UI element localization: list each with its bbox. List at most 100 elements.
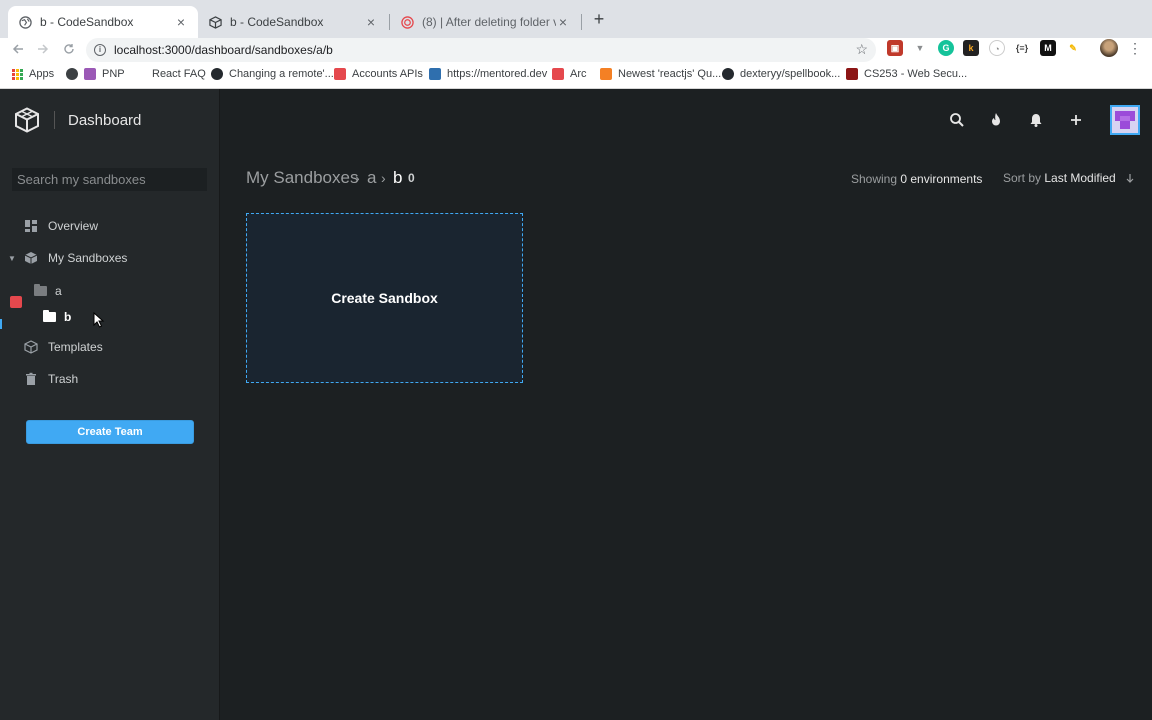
bookmark-accounts-apis[interactable]: Accounts APIs bbox=[334, 68, 423, 80]
stackoverflow-icon bbox=[600, 68, 612, 80]
folder-item-a[interactable]: a bbox=[34, 284, 62, 298]
url-text: localhost:3000/dashboard/sandboxes/a/b bbox=[114, 43, 333, 57]
showing-count: Showing 0 environments bbox=[851, 172, 982, 186]
browser-tab-3[interactable]: (8) | After deleting folder view is × bbox=[390, 6, 580, 38]
codesandbox-logo-icon[interactable] bbox=[14, 107, 40, 133]
bookmark-label: PNP bbox=[102, 68, 125, 80]
flame-icon[interactable] bbox=[988, 112, 1004, 128]
bookmark-stackoverflow[interactable]: Newest 'reactjs' Qu... bbox=[600, 68, 721, 80]
bookmark-react-faq[interactable]: React FAQ bbox=[152, 68, 206, 80]
bookmark-apps[interactable]: Apps bbox=[12, 68, 54, 80]
chrome-profile-avatar[interactable] bbox=[1100, 39, 1118, 57]
bookmark-pnp[interactable]: PNP bbox=[66, 68, 125, 80]
browser-tab-2[interactable]: b - CodeSandbox × bbox=[198, 6, 388, 38]
breadcrumb-folder-a[interactable]: a bbox=[367, 168, 376, 188]
showing-value: 0 environments bbox=[900, 172, 983, 186]
bookmark-label: Apps bbox=[29, 68, 55, 80]
extension-k-icon[interactable]: k bbox=[963, 40, 979, 56]
bookmark-label: Arc bbox=[570, 68, 587, 80]
bookmark-red-icon bbox=[552, 68, 564, 80]
address-bar[interactable]: i localhost:3000/dashboard/sandboxes/a/b… bbox=[86, 38, 876, 62]
browser-tab-strip: b - CodeSandbox × b - CodeSandbox × (8) … bbox=[0, 0, 1152, 38]
bookmarks-bar: Apps PNP React FAQ Changing a remote'...… bbox=[0, 62, 1152, 89]
close-tab-icon[interactable]: × bbox=[174, 14, 188, 30]
sidebar-item-label: Trash bbox=[48, 372, 79, 386]
github-icon bbox=[211, 68, 223, 80]
bell-icon[interactable] bbox=[1028, 112, 1044, 128]
chevron-down-icon[interactable]: ▼ bbox=[8, 254, 16, 263]
bookmark-star-icon[interactable]: ☆ bbox=[855, 41, 868, 58]
bookmark-red-icon bbox=[334, 68, 346, 80]
arrow-down-icon bbox=[1126, 174, 1134, 183]
cube-icon bbox=[24, 252, 38, 264]
sort-value: Last Modified bbox=[1044, 171, 1116, 185]
create-sandbox-label: Create Sandbox bbox=[331, 290, 438, 306]
bookmark-mentored[interactable]: https://mentored.dev bbox=[429, 68, 547, 80]
sidebar-item-label: Overview bbox=[48, 219, 99, 233]
red-marker bbox=[10, 296, 22, 308]
extension-pencil-icon[interactable]: ✎ bbox=[1065, 40, 1081, 56]
globe-icon bbox=[18, 15, 32, 29]
extension-json-icon[interactable]: {≡} bbox=[1014, 40, 1030, 56]
tab-title: b - CodeSandbox bbox=[40, 15, 134, 29]
dashboard-app: Dashboard Overview ▼ My Sandboxes a b bbox=[0, 89, 1152, 720]
sidebar-item-templates[interactable]: Templates bbox=[0, 334, 220, 360]
create-team-button[interactable]: Create Team bbox=[26, 420, 194, 444]
sidebar-item-label: My Sandboxes bbox=[48, 251, 128, 265]
pnp-icon bbox=[84, 68, 96, 80]
sidebar-item-overview[interactable]: Overview bbox=[0, 213, 220, 239]
bookmark-label: Accounts APIs bbox=[352, 68, 423, 80]
extension-vue-icon[interactable]: ▼ bbox=[912, 40, 928, 56]
breadcrumb-folder-b: b bbox=[393, 168, 403, 187]
bookmark-label: https://mentored.dev bbox=[447, 68, 548, 80]
chrome-menu-icon[interactable]: ⋮ bbox=[1128, 40, 1142, 56]
identicon-icon bbox=[1115, 111, 1135, 129]
search-input[interactable] bbox=[12, 168, 207, 191]
bookmark-arc[interactable]: Arc bbox=[552, 68, 587, 80]
search-icon[interactable] bbox=[949, 112, 965, 128]
spectrum-icon bbox=[400, 15, 414, 29]
browser-tab-1[interactable]: b - CodeSandbox × bbox=[8, 6, 198, 38]
sort-dropdown[interactable]: Sort by Last Modified bbox=[1003, 171, 1135, 185]
extension-clock-icon[interactable]: ◔ bbox=[989, 40, 1005, 56]
sort-prefix: Sort by bbox=[1003, 171, 1042, 185]
bookmark-changing-remote[interactable]: Changing a remote'... bbox=[211, 68, 334, 80]
back-arrow-icon[interactable] bbox=[8, 40, 28, 60]
close-tab-icon[interactable]: × bbox=[364, 14, 378, 30]
cube-outline-icon bbox=[24, 340, 38, 354]
bookmark-label: CS253 - Web Secu... bbox=[864, 68, 968, 80]
close-tab-icon[interactable]: × bbox=[556, 14, 570, 30]
showing-prefix: Showing bbox=[851, 172, 898, 186]
tab-divider bbox=[581, 14, 582, 30]
extension-red-icon[interactable]: ▣ bbox=[887, 40, 903, 56]
medium-icon[interactable]: M bbox=[1040, 40, 1056, 56]
folder-label: a bbox=[55, 284, 62, 298]
breadcrumb-separator: › bbox=[381, 170, 386, 186]
site-info-icon[interactable]: i bbox=[94, 44, 106, 56]
bookmark-cs253[interactable]: CS253 - Web Secu... bbox=[846, 68, 967, 80]
new-tab-button[interactable]: + bbox=[590, 10, 608, 28]
folder-label: b bbox=[64, 310, 72, 324]
stanford-icon bbox=[846, 68, 858, 80]
apps-grid-icon bbox=[12, 68, 23, 80]
bookmark-spellbook[interactable]: dexteryy/spellbook... bbox=[722, 68, 840, 80]
create-sandbox-card[interactable]: Create Sandbox bbox=[246, 213, 523, 383]
sidebar-item-my-sandboxes[interactable]: ▼ My Sandboxes bbox=[0, 245, 220, 271]
plus-icon[interactable] bbox=[1068, 112, 1084, 128]
sidebar-item-trash[interactable]: Trash bbox=[0, 366, 220, 392]
tab-title: b - CodeSandbox bbox=[230, 15, 324, 29]
folder-item-b[interactable]: b bbox=[43, 310, 71, 324]
bookmark-label: Newest 'reactjs' Qu... bbox=[618, 68, 722, 80]
sandbox-count-badge: 0 bbox=[408, 171, 415, 185]
grammarly-icon[interactable]: G bbox=[938, 40, 954, 56]
reload-icon[interactable] bbox=[59, 40, 79, 60]
user-avatar[interactable] bbox=[1110, 105, 1140, 135]
mouse-cursor-icon bbox=[93, 312, 105, 328]
bookmark-blue-icon bbox=[429, 68, 441, 80]
browser-toolbar: i localhost:3000/dashboard/sandboxes/a/b… bbox=[0, 38, 1152, 62]
breadcrumb-separator: › bbox=[355, 170, 360, 186]
forward-arrow-icon[interactable] bbox=[33, 40, 53, 60]
breadcrumb-my-sandboxes[interactable]: My Sandboxes bbox=[246, 168, 358, 188]
sidebar-item-label: Templates bbox=[48, 340, 103, 354]
bookmark-label: Changing a remote'... bbox=[229, 68, 334, 80]
